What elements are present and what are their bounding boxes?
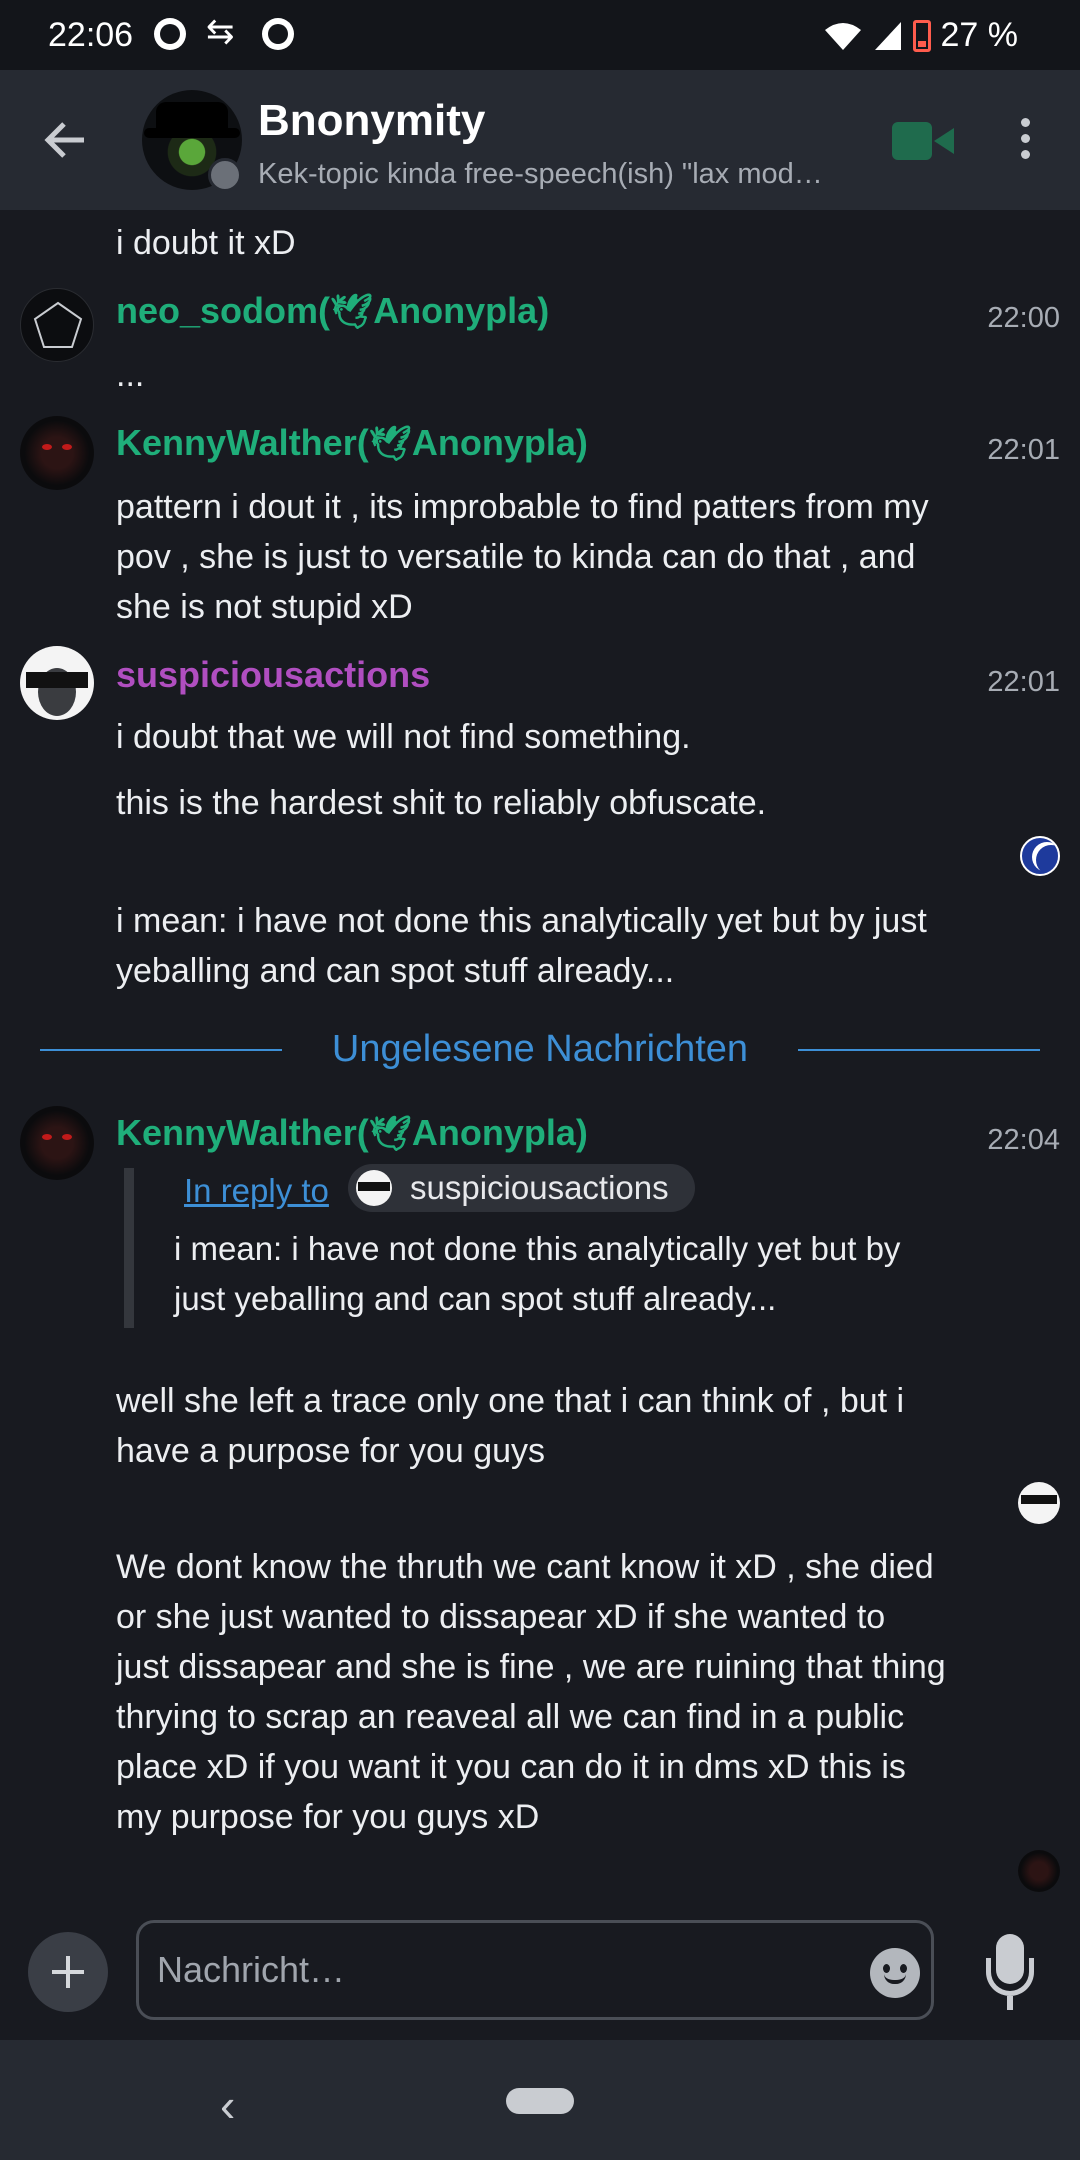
avatar-neo-sodom[interactable] <box>20 288 94 362</box>
message-text: ... <box>116 356 145 394</box>
reply-quote-text: i mean: i have not done this analyticall… <box>174 1230 901 1317</box>
message-text: this is the hardest shit to reliably obf… <box>116 784 767 822</box>
message-text: i doubt it xD <box>116 224 296 262</box>
status-bar: 22:06 ⇆ 27 % <box>0 0 1080 70</box>
avatar-kennywalther[interactable] <box>20 1106 94 1180</box>
sender-name[interactable]: KennyWalther(🕊Anonypla) <box>116 422 588 464</box>
microphone-icon[interactable] <box>980 1934 1040 2014</box>
message-text: well she left a trace only one that i ca… <box>116 1382 905 1470</box>
read-receipt-avatar <box>1018 1850 1060 1892</box>
sender-name[interactable]: KennyWalther(🕊Anonypla) <box>116 1112 588 1154</box>
avatar-suspiciousactions[interactable] <box>20 646 94 720</box>
message-text: We dont know the thruth we cant know it … <box>116 1548 946 1836</box>
message-time: 22:01 <box>987 434 1060 466</box>
system-nav-bar: ‹ <box>0 2040 1080 2160</box>
message-time: 22:00 <box>987 302 1060 334</box>
message-time: 22:04 <box>987 1124 1060 1156</box>
message-input[interactable] <box>136 1920 934 2020</box>
reply-sender-chip[interactable]: suspiciousactions <box>348 1164 695 1212</box>
avatar-kennywalther[interactable] <box>20 416 94 490</box>
unread-divider: Ungelesene Nachrichten <box>40 1020 1040 1080</box>
nav-back-icon[interactable]: ‹ <box>220 2078 235 2132</box>
nav-home-pill[interactable] <box>506 2088 574 2114</box>
chat-subtitle[interactable]: Kek-topic kinda free-speech(ish) "lax mo… <box>258 158 838 191</box>
chat-title[interactable]: Bnonymity <box>258 96 485 146</box>
public-group-badge-icon <box>208 158 242 192</box>
emoji-icon[interactable] <box>870 1948 920 1998</box>
sender-name[interactable]: neo_sodom(🕊Anonypla) <box>116 290 549 332</box>
status-time: 22:06 <box>48 16 134 54</box>
dove-emoji-icon: 🕊 <box>330 293 374 331</box>
dove-emoji-icon: 🕊 <box>368 425 412 463</box>
read-receipt-avatar <box>1018 1482 1060 1524</box>
moon-reaction-icon <box>1020 836 1060 876</box>
battery-percent: 27 % <box>940 16 1019 54</box>
message-text: i mean: i have not done this analyticall… <box>116 902 927 990</box>
data-transfer-icon: ⇆ <box>206 13 235 51</box>
chat-header: Bnonymity Kek-topic kinda free-speech(is… <box>0 70 1080 210</box>
message-text: pattern i dout it , its improbable to fi… <box>116 488 929 626</box>
message-time: 22:01 <box>987 666 1060 698</box>
more-vert-icon[interactable] <box>1012 118 1038 164</box>
sender-name[interactable]: suspiciousactions <box>116 654 430 696</box>
notification-dot-icon <box>154 18 186 50</box>
dove-emoji-icon: 🕊 <box>368 1115 412 1153</box>
add-attachment-icon[interactable] <box>28 1932 108 2012</box>
back-arrow-icon[interactable] <box>40 114 92 166</box>
notification-dot-icon <box>262 18 294 50</box>
reply-quote[interactable]: In reply to suspiciousactions i mean: i … <box>124 1164 944 1328</box>
message-composer <box>0 1900 1080 2040</box>
message-text: i doubt that we will not find something. <box>116 718 691 756</box>
signal-icon <box>874 21 901 50</box>
in-reply-to-link[interactable]: In reply to <box>184 1172 329 1210</box>
wifi-icon <box>824 22 861 50</box>
reply-sender-avatar <box>356 1170 392 1206</box>
battery-icon <box>912 19 931 52</box>
